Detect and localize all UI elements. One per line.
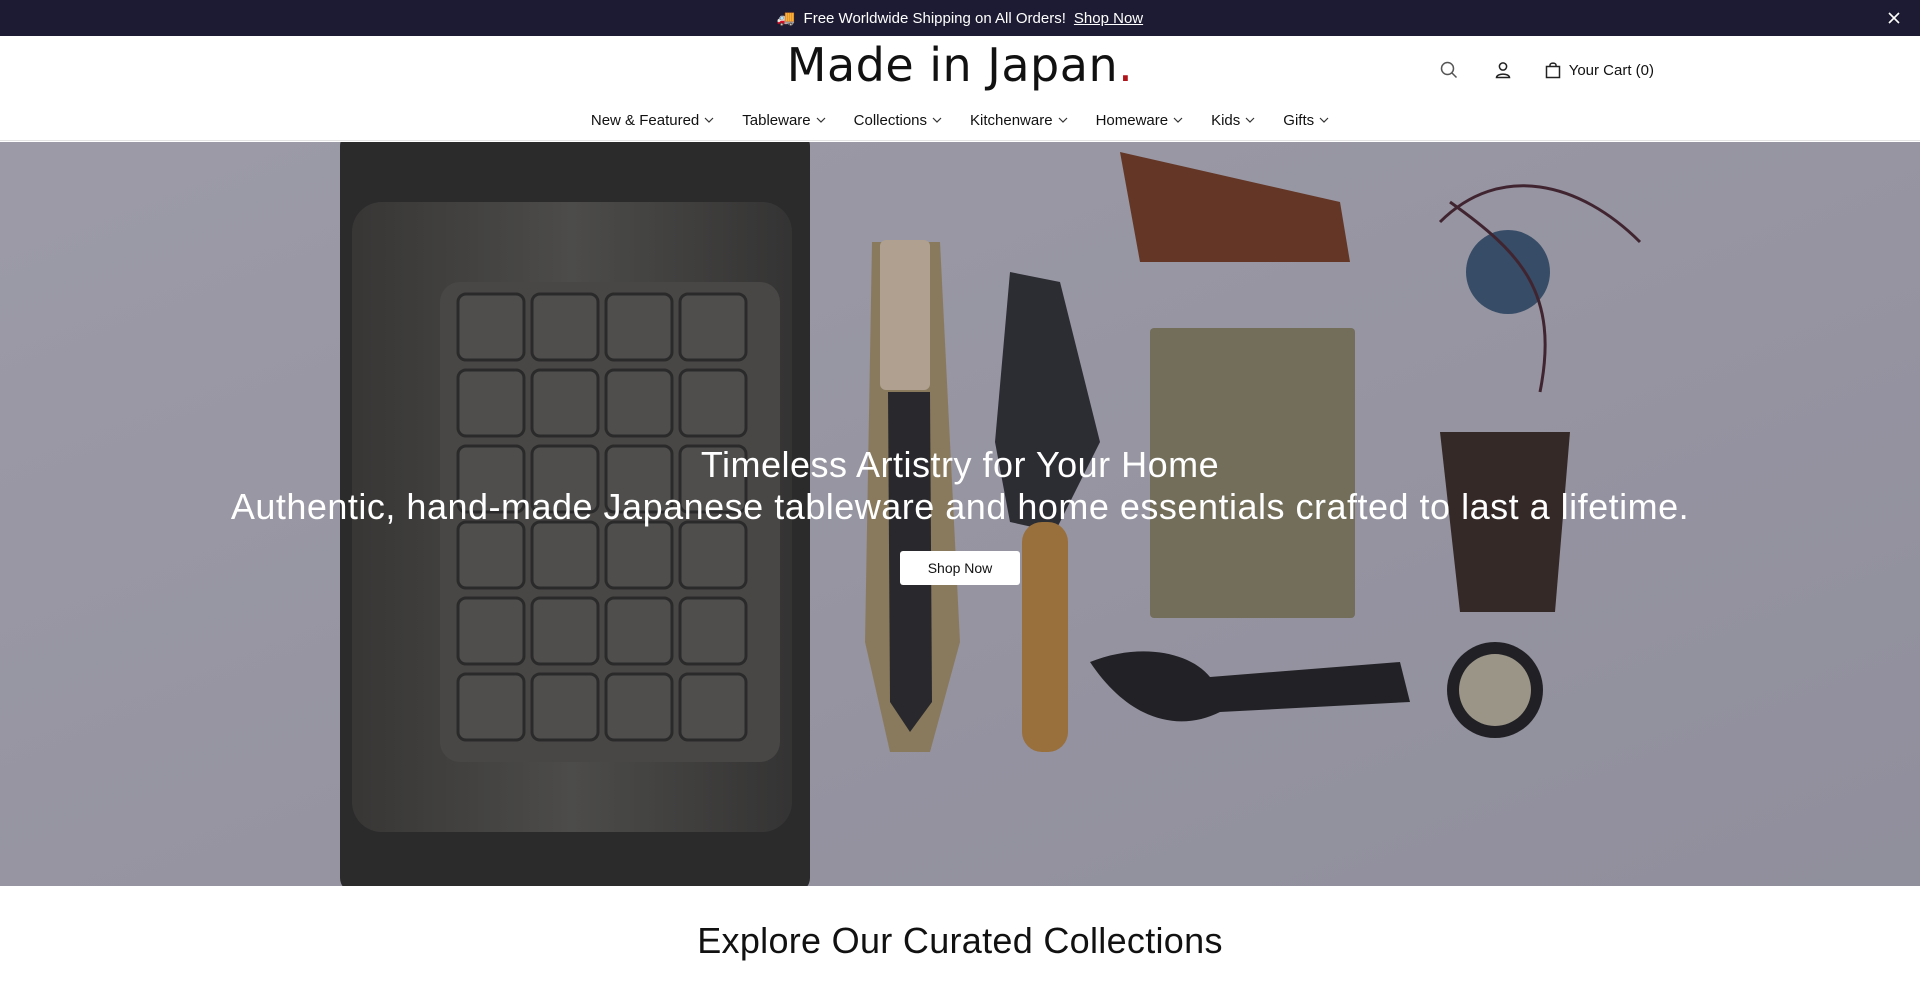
account-icon[interactable]: [1491, 58, 1515, 82]
chevron-down-icon: [816, 117, 826, 123]
announcement-bar: 🚚 Free Worldwide Shipping on All Orders!…: [0, 0, 1920, 36]
announcement-shop-now-link[interactable]: Shop Now: [1074, 10, 1143, 27]
chevron-down-icon: [1245, 117, 1255, 123]
hero-subtitle: Authentic, hand-made Japanese tableware …: [230, 486, 1690, 527]
chevron-down-icon: [1319, 117, 1329, 123]
cart-label: Your Cart (0): [1568, 61, 1654, 79]
hero-title: Timeless Artistry for Your Home: [700, 444, 1220, 485]
header-utilities: Your Cart (0): [1407, 56, 1654, 84]
nav-item-collections[interactable]: Collections: [854, 106, 942, 134]
hero-text: Timeless Artistry for Your Home Authenti…: [0, 444, 1920, 528]
main-nav: New & Featured Tableware Collections Kit…: [0, 106, 1920, 134]
shopping-bag-icon: [1545, 62, 1560, 79]
nav-item-gifts[interactable]: Gifts: [1283, 106, 1329, 134]
logo-dot: .: [1118, 38, 1134, 92]
chevron-down-icon: [932, 117, 942, 123]
chevron-down-icon: [1058, 117, 1067, 123]
nav-item-kitchenware[interactable]: Kitchenware: [970, 106, 1068, 134]
chevron-down-icon: [704, 117, 714, 123]
nav-item-new-featured[interactable]: New & Featured: [591, 106, 714, 134]
chevron-down-icon: [1173, 117, 1183, 123]
nav-item-tableware[interactable]: Tableware: [742, 106, 826, 134]
truck-icon: 🚚: [776, 10, 796, 27]
search-icon[interactable]: [1437, 58, 1461, 82]
hero-banner: Timeless Artistry for Your Home Authenti…: [0, 142, 1920, 886]
collections-title: Explore Our Curated Collections: [697, 920, 1223, 961]
announcement-text: Free Worldwide Shipping on All Orders!: [803, 9, 1066, 27]
hero-shop-now-button[interactable]: Shop Now: [900, 551, 1020, 585]
nav-item-kids[interactable]: Kids: [1211, 106, 1255, 134]
close-icon[interactable]: [1884, 8, 1904, 28]
cart-button[interactable]: Your Cart (0): [1545, 61, 1654, 79]
site-header: Made in Japan. Your Cart (0) New & Featu…: [0, 36, 1920, 141]
nav-item-homeware[interactable]: Homeware: [1096, 106, 1184, 134]
